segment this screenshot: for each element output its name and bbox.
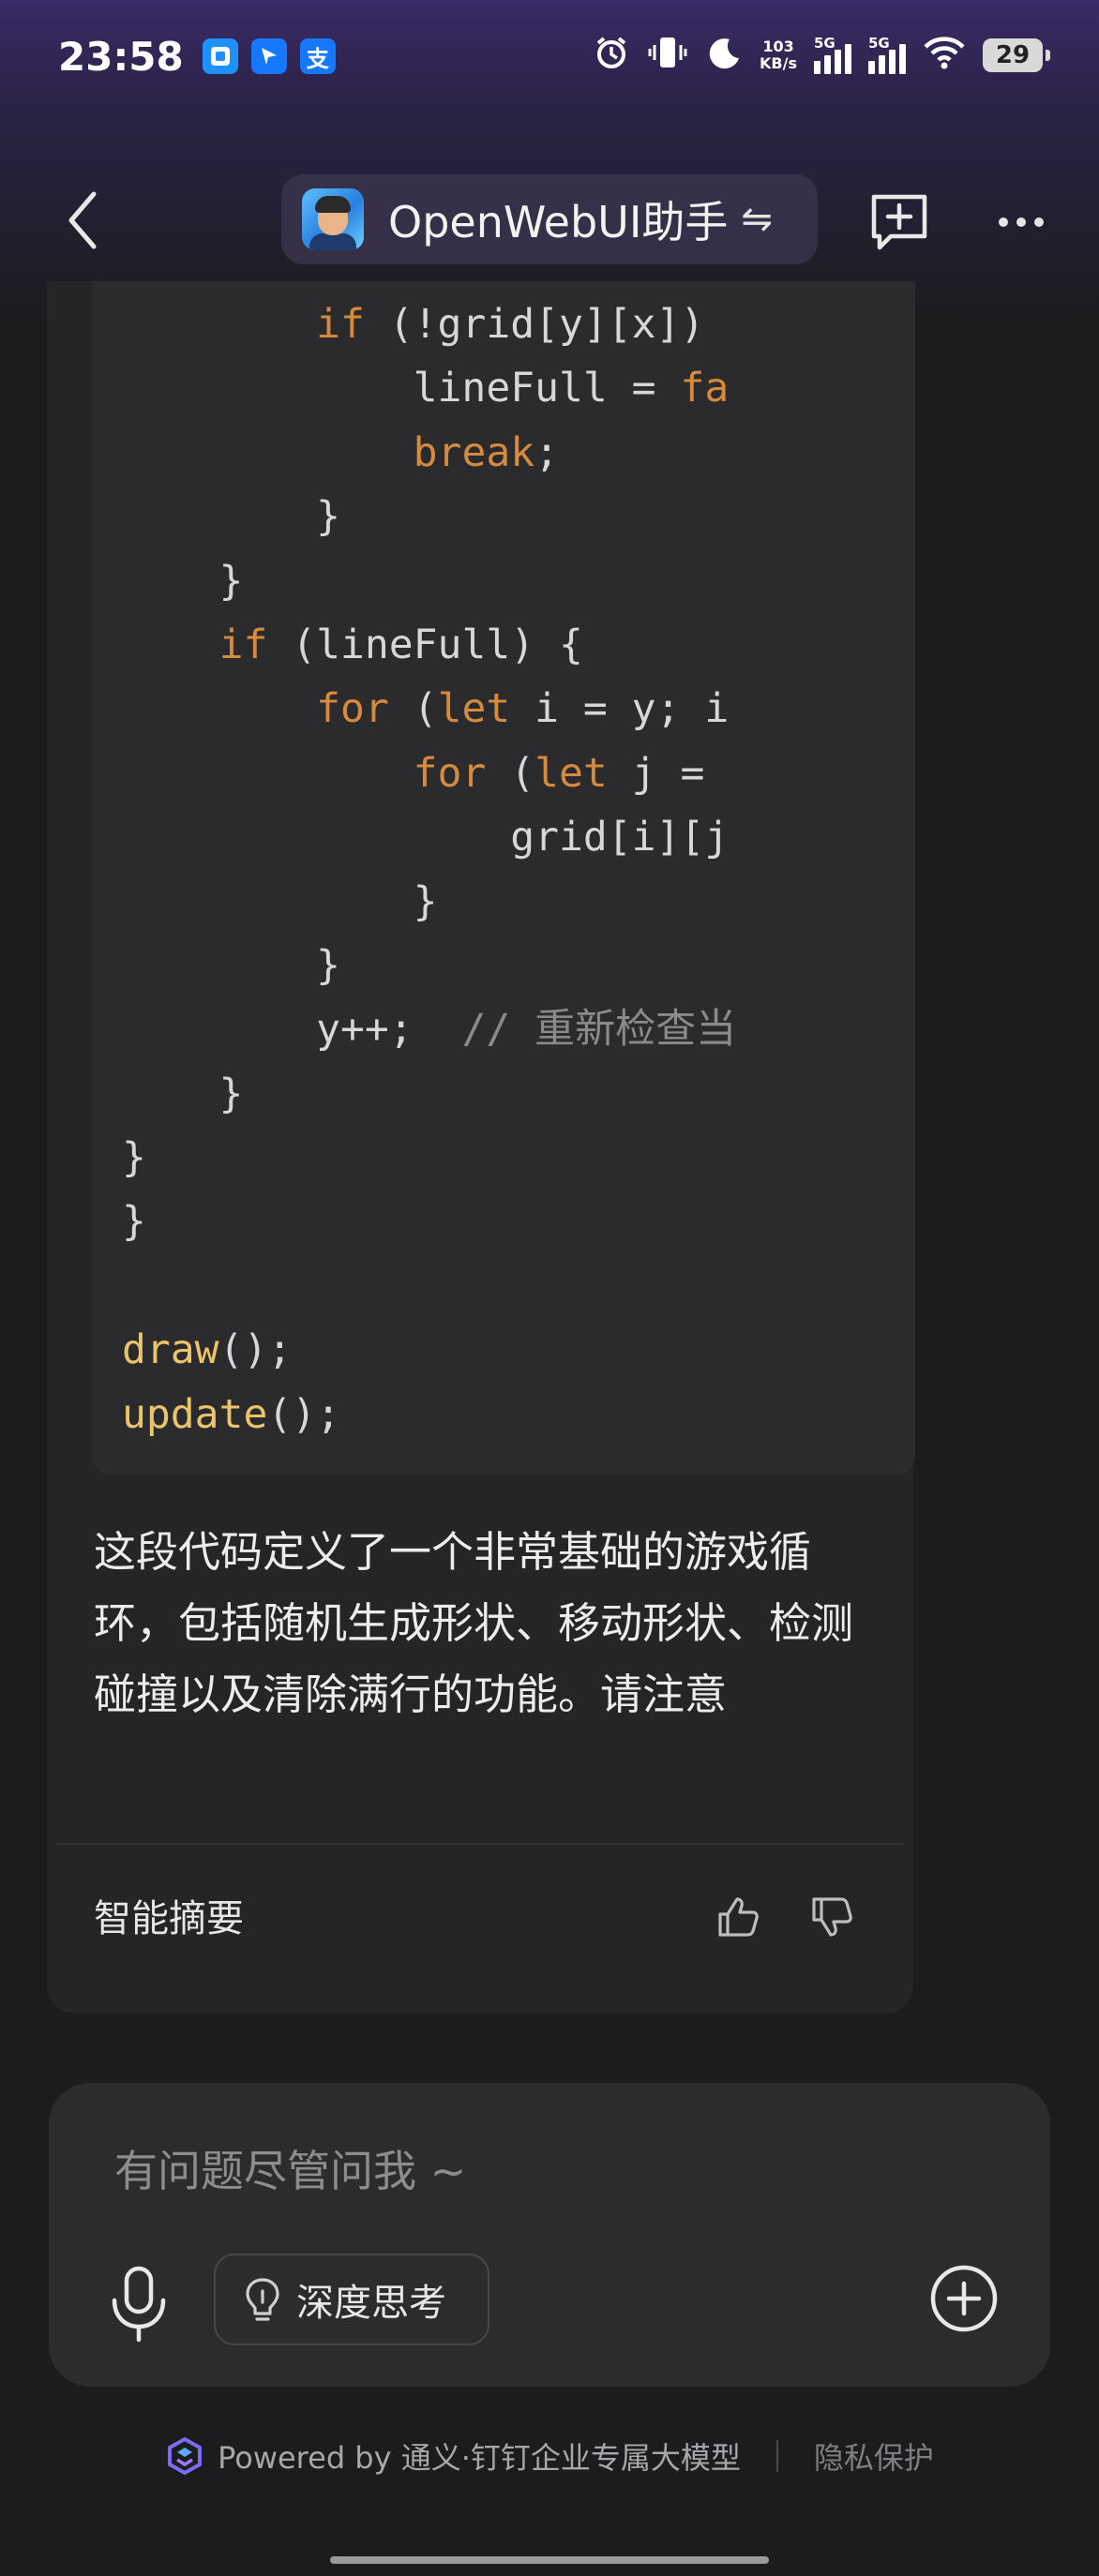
- assistant-message-card: if (!grid[y][x]) lineFull = fa break; } …: [47, 281, 915, 2014]
- signal-1-label: 5G: [814, 35, 836, 52]
- tongyi-logo-icon: [168, 2436, 203, 2476]
- add-attachment-button[interactable]: [928, 2263, 1000, 2334]
- privacy-link[interactable]: 隐私保护: [814, 2434, 934, 2478]
- microphone-icon: [112, 2266, 166, 2343]
- footer: Powered by 通义·钉钉企业专属大模型 隐私保护: [0, 2430, 1099, 2482]
- code-line: }: [122, 557, 244, 605]
- plus-circle-icon: [930, 2265, 998, 2332]
- new-chat-icon: [871, 194, 927, 250]
- assistant-avatar: [302, 188, 364, 250]
- moon-icon: [705, 34, 743, 77]
- code-line: draw();: [122, 1326, 293, 1374]
- code-line: }: [122, 1070, 244, 1117]
- thumbs-up-button[interactable]: [715, 1894, 761, 1940]
- code-line: }: [122, 493, 340, 541]
- status-bar: 23:58 支 103 KB/s 5G 5G 29: [0, 0, 1099, 112]
- signal-strength-1: 5G: [814, 35, 851, 74]
- code-line: grid[i][j: [122, 814, 730, 861]
- code-line: }: [122, 877, 438, 925]
- vibrate-icon: [647, 34, 688, 77]
- lark-icon: [250, 38, 287, 74]
- home-indicator[interactable]: [330, 2556, 769, 2564]
- deep-think-button[interactable]: 深度思考: [214, 2254, 489, 2345]
- code-line: }: [122, 1134, 146, 1182]
- signal-strength-2: 5G: [868, 35, 906, 74]
- chat-input-box: 有问题尽管问我 ~ 深度思考: [49, 2083, 1050, 2387]
- wifi-icon: [923, 35, 966, 76]
- thumbs-down-icon: [812, 1897, 852, 1937]
- code-line: lineFull = fa: [122, 365, 730, 412]
- new-chat-button[interactable]: [866, 189, 932, 255]
- assistant-title: OpenWebUI助手: [388, 197, 729, 247]
- code-line: if (!grid[y][x]): [316, 301, 705, 348]
- back-button[interactable]: [54, 187, 111, 253]
- thumbs-up-icon: [718, 1897, 759, 1937]
- dingtalk-icon: [202, 38, 238, 74]
- card-divider: [56, 1843, 904, 1845]
- chat-header: OpenWebUI助手 ⇋: [0, 169, 1099, 272]
- voice-input-button[interactable]: [103, 2263, 174, 2345]
- code-line: for (let i = y; i: [316, 685, 730, 733]
- powered-by-text: Powered by 通义·钉钉企业专属大模型: [218, 2440, 741, 2476]
- status-icons: 103 KB/s 5G 5G 29: [593, 34, 1050, 77]
- swap-icon: ⇋: [741, 198, 773, 241]
- signal-2-label: 5G: [868, 35, 890, 52]
- chevron-left-icon: [68, 191, 97, 249]
- code-lines: if (!grid[y][x]) lineFull = fa break; } …: [122, 292, 736, 1446]
- code-line: y++; // 重新检查当: [122, 1006, 737, 1054]
- net-speed-value: 103: [762, 37, 794, 55]
- deep-think-label: 深度思考: [296, 2282, 446, 2325]
- code-line: }: [122, 1198, 146, 1246]
- net-speed-unit: KB/s: [760, 54, 797, 72]
- status-time: 23:58: [58, 33, 184, 80]
- code-line: for (let j =: [413, 749, 705, 797]
- thumbs-down-button[interactable]: [808, 1894, 855, 1940]
- code-line: if (lineFull) {: [218, 621, 583, 668]
- code-line: update();: [122, 1390, 341, 1438]
- assistant-switcher[interactable]: OpenWebUI助手 ⇋: [281, 174, 818, 264]
- code-block[interactable]: if (!grid[y][x]) lineFull = fa break; } …: [92, 281, 915, 1474]
- code-line: break;: [413, 428, 560, 476]
- footer-divider: [775, 2440, 778, 2472]
- answer-text: 这段代码定义了一个非常基础的游戏循环，包括随机生成形状、移动形状、检测碰撞以及清…: [94, 1527, 854, 1719]
- battery-indicator: 29: [983, 38, 1050, 72]
- code-line: }: [122, 941, 340, 989]
- smart-summary-button[interactable]: 智能摘要: [94, 1888, 244, 1942]
- lightbulb-icon: [246, 2278, 279, 2321]
- net-speed: 103 KB/s: [760, 38, 797, 72]
- more-dot-icon: [999, 217, 1008, 227]
- more-options-button[interactable]: [988, 189, 1054, 255]
- alarm-icon: [593, 34, 630, 77]
- alipay-icon: 支: [299, 38, 336, 74]
- chat-input[interactable]: 有问题尽管问我 ~: [114, 2137, 466, 2199]
